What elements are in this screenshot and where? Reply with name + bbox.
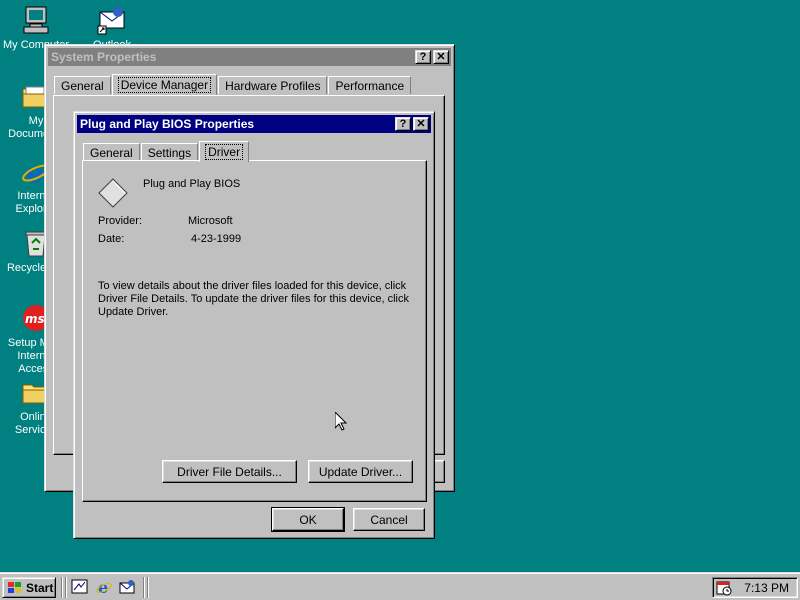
outlook-icon[interactable] [118, 579, 136, 595]
tab-general[interactable]: General [83, 143, 140, 161]
taskbar-separator [147, 577, 149, 598]
description-line-1: To view details about the driver files l… [98, 280, 407, 292]
my-computer-icon [20, 4, 52, 36]
driver-page: Plug and Play BIOS Provider: Microsoft D… [82, 160, 427, 502]
tab-general[interactable]: General [54, 76, 111, 94]
description-line-3: Update Driver. [98, 306, 169, 318]
close-button[interactable]: ✕ [433, 50, 449, 64]
provider-value: Microsoft [188, 215, 233, 227]
show-desktop-icon[interactable] [71, 579, 89, 595]
pnp-dialog-titlebar[interactable]: Plug and Play BIOS Properties ? ✕ [77, 115, 431, 133]
update-driver-button[interactable]: Update Driver... [308, 460, 413, 483]
taskbar: Start e 7:13 PM [0, 572, 800, 600]
pnp-dialog-tabs: General Settings Driver [83, 141, 250, 162]
windows-logo-icon [7, 581, 23, 595]
device-icon [97, 177, 129, 209]
close-button[interactable]: ✕ [413, 117, 429, 131]
device-name: Plug and Play BIOS [143, 178, 241, 190]
date-label: Date: [98, 233, 125, 245]
pnp-bios-properties-dialog: Plug and Play BIOS Properties ? ✕ Genera… [73, 111, 435, 539]
outlook-icon [96, 4, 128, 36]
ok-button[interactable]: OK [271, 507, 345, 532]
driver-file-details-button[interactable]: Driver File Details... [162, 460, 297, 483]
system-properties-titlebar[interactable]: System Properties ? ✕ [48, 48, 451, 66]
description-line-2: Driver File Details. To update the drive… [98, 293, 409, 305]
internet-explorer-icon[interactable]: e [95, 578, 113, 597]
scheduler-icon[interactable] [716, 580, 732, 596]
taskbar-separator [61, 577, 63, 598]
taskbar-separator [143, 577, 145, 598]
window-title: System Properties [51, 50, 157, 64]
cancel-button[interactable]: Cancel [353, 508, 425, 531]
dialog-title: Plug and Play BIOS Properties [80, 117, 255, 131]
system-properties-tabs: General Device Manager Hardware Profiles… [54, 74, 412, 95]
tab-device-manager[interactable]: Device Manager [111, 74, 218, 95]
taskbar-separator [65, 577, 67, 598]
tab-hardware-profiles[interactable]: Hardware Profiles [218, 76, 328, 94]
mouse-cursor [334, 410, 348, 431]
tab-label: Driver [205, 144, 244, 160]
help-button[interactable]: ? [415, 50, 431, 64]
start-label: Start [26, 580, 54, 595]
clock[interactable]: 7:13 PM [744, 581, 789, 595]
tab-settings[interactable]: Settings [140, 143, 199, 161]
system-tray: 7:13 PM [712, 577, 798, 598]
help-button[interactable]: ? [395, 117, 411, 131]
tab-driver[interactable]: Driver [199, 141, 250, 162]
start-button[interactable]: Start [2, 577, 56, 598]
tab-performance[interactable]: Performance [328, 76, 412, 94]
provider-label: Provider: [98, 215, 143, 227]
date-value: 4-23-1999 [191, 233, 242, 245]
tab-label: Device Manager [117, 77, 212, 93]
